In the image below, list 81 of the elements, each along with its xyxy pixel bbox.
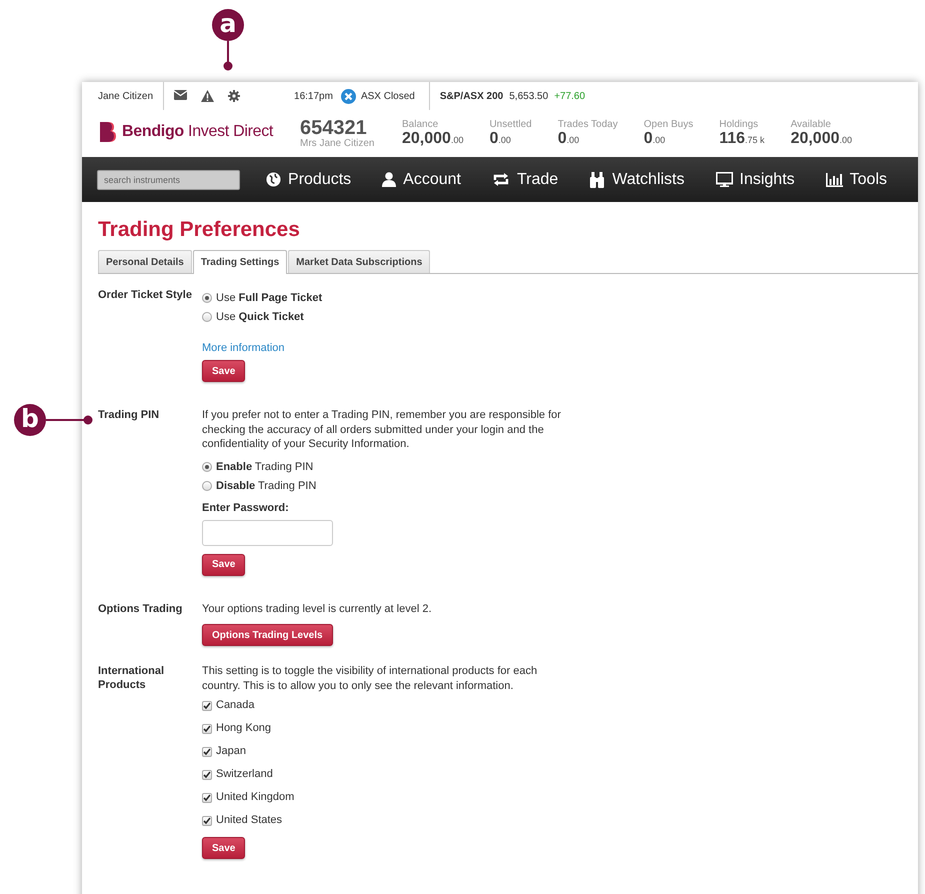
envelope-icon[interactable]: [174, 90, 188, 102]
save-button[interactable]: Save: [202, 360, 246, 382]
checkbox[interactable]: [202, 770, 212, 780]
brand-name: Bendigo Invest Direct: [122, 123, 274, 141]
leader-line: [223, 41, 233, 71]
callout-badge: b: [14, 404, 46, 436]
stat-label: Trades Today: [558, 119, 618, 130]
checkbox[interactable]: [202, 701, 212, 711]
password-field[interactable]: [202, 520, 333, 546]
stat-label: Open Buys: [644, 119, 694, 130]
nav-item[interactable]: Watchlists: [589, 170, 684, 188]
stat-value: 0.00: [644, 130, 666, 148]
nav-item[interactable]: Tools: [826, 170, 887, 188]
closed-status-icon: [340, 88, 356, 104]
nav-item[interactable]: Account: [382, 170, 461, 188]
more-information-link[interactable]: More information: [202, 342, 285, 354]
radio-button[interactable]: [202, 292, 212, 302]
checkbox-label[interactable]: Japan: [216, 745, 246, 757]
checkbox-label[interactable]: United Kingdom: [216, 791, 294, 803]
stat-label: Available: [790, 119, 832, 130]
tab[interactable]: Personal Details: [98, 250, 192, 273]
description-text: If you prefer not to enter a Trading PIN, remember you are responsible for checking the accuracy of all orders submitted under your login and the confidentiality of your Security Information.: [202, 408, 562, 452]
monitor-icon: [716, 172, 732, 187]
bar-chart-icon: [826, 172, 843, 186]
password-label: Enter Password:: [202, 502, 289, 514]
leader-line: [46, 415, 94, 425]
globe-icon: [266, 172, 282, 187]
options-trading-levels-button[interactable]: Options Trading Levels: [202, 624, 333, 646]
account-holder: Mrs Jane Citizen: [300, 138, 376, 149]
radio-button[interactable]: [202, 312, 212, 322]
user-icon: [382, 172, 396, 187]
market-time: 16:17pm: [294, 90, 333, 102]
page-title: Trading Preferences: [98, 218, 301, 242]
checkbox-label[interactable]: Canada: [216, 699, 255, 711]
tab[interactable]: Trading Settings: [192, 250, 288, 274]
checkbox-label[interactable]: United States: [216, 814, 282, 826]
account-number: 654321: [300, 118, 367, 138]
radio-label[interactable]: Disable Trading PIN: [216, 480, 316, 492]
nav-item[interactable]: Insights: [716, 170, 795, 188]
section-label: Order Ticket Style: [98, 288, 193, 303]
section-label: Options Trading: [98, 602, 184, 616]
checkbox[interactable]: [202, 747, 212, 757]
nav-item[interactable]: Products: [266, 170, 352, 188]
stat-value: 20,000.00: [790, 130, 852, 148]
checkbox-label[interactable]: Switzerland: [216, 768, 273, 780]
stat-value: 20,000.00: [402, 130, 464, 148]
description-text: This setting is to toggle the visibility of international products for each country. This is to allow you to only see the relevant information.: [202, 664, 538, 693]
nav-item[interactable]: Trade: [492, 170, 558, 188]
radio-label[interactable]: Enable Trading PIN: [216, 461, 314, 473]
tab[interactable]: Market Data Subscriptions: [288, 250, 430, 273]
radio-button[interactable]: [202, 481, 212, 491]
binoculars-icon: [589, 172, 606, 188]
callout-badge: a: [212, 9, 244, 41]
stat-value: 116.75 k: [719, 130, 765, 148]
repeat-arrows-icon: [492, 173, 510, 186]
radio-button[interactable]: [202, 462, 212, 472]
save-button[interactable]: Save: [202, 837, 246, 859]
stat-label: Unsettled: [489, 119, 532, 130]
description-text: Your options trading level is currently at level 2.: [202, 602, 432, 616]
search-field[interactable]: search instruments: [97, 170, 240, 190]
warning-icon[interactable]: [201, 90, 214, 102]
brand-logo-icon: [100, 122, 116, 142]
checkbox[interactable]: [202, 724, 212, 734]
radio-label[interactable]: Use Quick Ticket: [216, 310, 304, 322]
section-label: International Products: [98, 664, 166, 693]
stat-value: 0.00: [489, 130, 512, 148]
settings-icon[interactable]: [228, 90, 240, 102]
stat-value: 0.00: [558, 130, 580, 148]
index-value: 5,653.50: [509, 90, 548, 102]
stat-label: Balance: [402, 119, 440, 130]
stat-label: Holdings: [719, 119, 760, 130]
checkbox[interactable]: [202, 793, 212, 803]
save-button[interactable]: Save: [202, 554, 246, 576]
checkbox[interactable]: [202, 816, 212, 826]
section-label: Trading PIN: [98, 408, 160, 423]
checkbox-label[interactable]: Hong Kong: [216, 722, 272, 734]
index-change: +77.60: [554, 90, 586, 102]
market-status: ASX Closed: [360, 90, 415, 102]
radio-label[interactable]: Use Full Page Ticket: [216, 292, 322, 304]
user-name[interactable]: Jane Citizen: [98, 90, 164, 102]
index-name: S&P/ASX 200: [440, 90, 504, 102]
